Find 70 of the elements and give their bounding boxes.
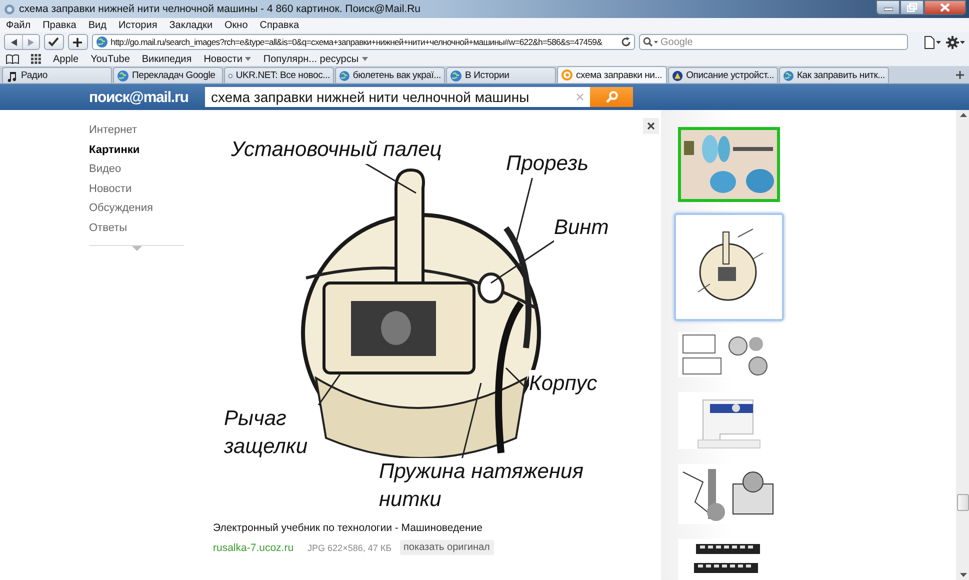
browser-tab[interactable]: Перекладач Google — [113, 67, 223, 83]
nav-link[interactable]: Картинки — [89, 144, 206, 157]
bookmark-item[interactable]: Apple — [53, 54, 79, 64]
search-button[interactable] — [590, 87, 633, 107]
forward-arrow-icon — [28, 38, 34, 46]
scrollbar[interactable] — [956, 110, 969, 580]
search-field[interactable]: схема заправки нижней нити челночной машины — [205, 87, 590, 107]
music-note-icon — [6, 70, 18, 82]
menu-item[interactable]: Окно — [224, 20, 248, 30]
menu-item[interactable]: Файл — [6, 20, 31, 30]
globe-icon — [117, 70, 129, 82]
menu-item[interactable]: Закладки — [169, 20, 213, 30]
restore-icon — [907, 3, 917, 12]
globe-icon — [339, 70, 350, 82]
nav-link[interactable]: Интернет — [89, 124, 206, 138]
bookmark-item[interactable]: YouTube — [90, 54, 130, 64]
plus-icon — [73, 38, 82, 46]
nav-link[interactable]: Обсуждения — [89, 202, 206, 216]
site-logo[interactable]: поиск@mail.ru — [89, 88, 205, 106]
page-menu-icon[interactable] — [924, 36, 941, 48]
nav-link[interactable]: Ответы — [89, 222, 206, 235]
triangle-logo-icon — [672, 70, 684, 82]
close-icon — [940, 3, 950, 12]
close-button[interactable] — [643, 118, 659, 134]
browser-tab[interactable]: Как заправить нитк... — [779, 67, 889, 83]
back-arrow-icon — [10, 38, 16, 46]
scroll-up-icon[interactable] — [960, 113, 966, 117]
browser-tab[interactable]: бюлетень вак украї... — [335, 67, 445, 83]
at-sign-icon — [561, 69, 573, 81]
search-icon — [642, 37, 658, 47]
image-title: Электронный учебник по технологии - Машиноведение — [213, 522, 484, 534]
browser-tab[interactable]: схема заправки ни... — [557, 66, 667, 83]
reload-icon — [620, 37, 631, 47]
scroll-down-icon[interactable] — [960, 573, 966, 577]
menu-item[interactable]: Правка — [42, 20, 76, 30]
book-icon[interactable] — [6, 54, 19, 64]
bookmark-item[interactable]: Новости — [204, 54, 252, 64]
menu-item[interactable]: Справка — [260, 20, 300, 30]
show-original-button[interactable]: показать оригинал — [400, 540, 494, 555]
source-link[interactable]: rusalka-7.ucoz.ru — [213, 542, 294, 554]
browser-tab[interactable]: В Истории — [446, 67, 556, 83]
browser-logo-icon — [4, 4, 15, 14]
bookmark-item[interactable]: Википедия — [142, 54, 192, 64]
settings-icon[interactable] — [946, 36, 965, 48]
address-field[interactable]: http://go.mail.ru/search_images?rch=e&type=all&is=0&q=схема+заправки+нижней+нити+челночной+машины#w=622&h=586&s=47459& — [92, 34, 635, 50]
globe-icon — [96, 36, 108, 48]
plus-icon — [956, 71, 964, 79]
nav-link[interactable]: Новости — [89, 182, 206, 196]
close-button[interactable] — [924, 0, 966, 15]
add-bookmark-button[interactable] — [68, 34, 88, 50]
browser-tab[interactable]: Радио — [2, 67, 112, 83]
menu-item[interactable]: История — [118, 20, 158, 30]
menu-item[interactable]: Вид — [88, 20, 106, 30]
search-field[interactable]: Google — [638, 34, 908, 50]
globe-icon — [783, 70, 794, 82]
close-icon — [647, 122, 655, 130]
checkmark-icon — [48, 37, 60, 47]
minimize-button[interactable] — [876, 0, 900, 15]
window-title: схема заправки нижней нити челночной машины - 4 860 картинок. Поиск@Mail.Ru — [19, 3, 422, 15]
image-info: JPG 622×586, 47 КБ — [308, 542, 392, 552]
browser-tab[interactable]: UKR.NET: Все новос... — [224, 67, 334, 83]
globe-icon — [450, 70, 462, 82]
search-icon — [606, 91, 618, 103]
maximize-button[interactable] — [900, 0, 924, 15]
grid-icon[interactable] — [31, 54, 41, 64]
bookmark-item[interactable]: Популярн... ресурсы — [263, 54, 368, 64]
scrollbar-thumb[interactable] — [957, 494, 969, 511]
browser-tab[interactable]: Описание устройст... — [668, 67, 778, 83]
nav-link[interactable]: Видео — [89, 163, 206, 176]
bookmarks-button[interactable] — [44, 34, 64, 50]
